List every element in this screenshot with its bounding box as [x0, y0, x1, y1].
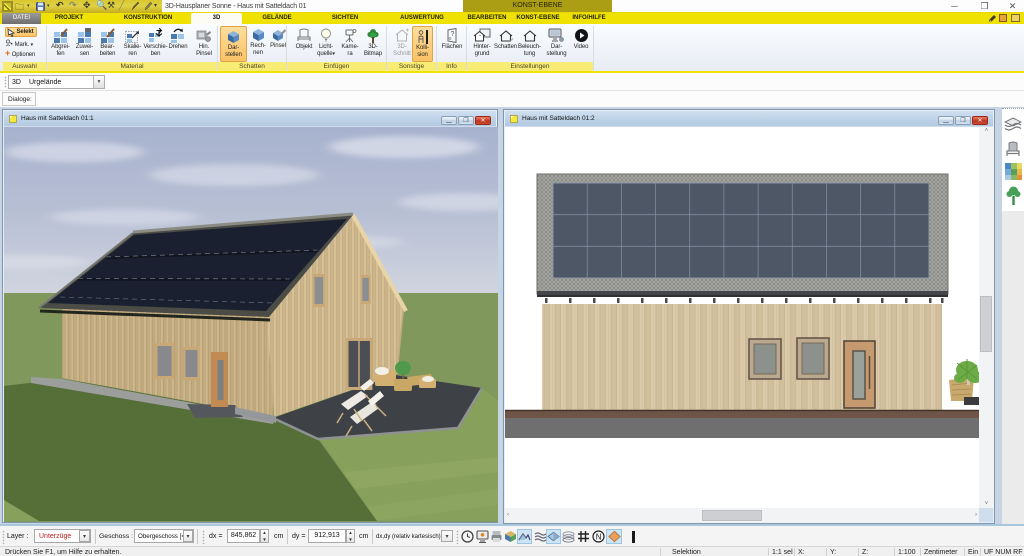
svg-text:N: N — [596, 532, 602, 541]
svg-text:?: ? — [450, 31, 454, 38]
